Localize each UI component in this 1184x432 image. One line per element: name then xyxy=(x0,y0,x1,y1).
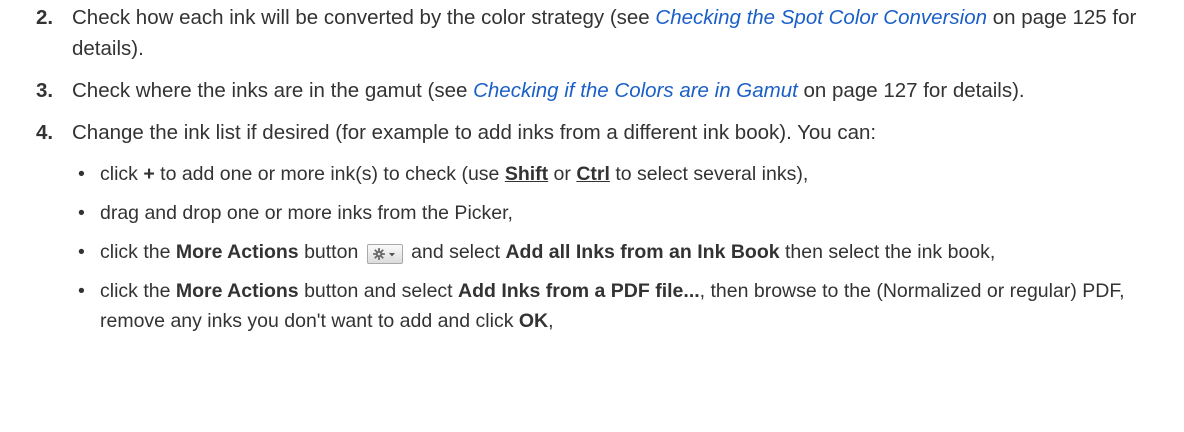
ctrl-key: Ctrl xyxy=(576,163,610,185)
bullet: • xyxy=(78,202,85,224)
document-page: 2. Check how each ink will be converted … xyxy=(0,0,1184,432)
add-pdf-inks-label: Add Inks from a PDF file... xyxy=(458,280,700,302)
step-3: 3. Check where the inks are in the gamut… xyxy=(0,75,1174,106)
more-actions-label: More Actions xyxy=(175,241,299,263)
more-actions-button[interactable] xyxy=(366,244,403,264)
step-number: 4. xyxy=(36,121,54,144)
list-item: • click the More Actions button and sele… xyxy=(72,276,1174,336)
cross-reference-link[interactable]: Checking the Spot Color Conversion xyxy=(655,6,987,29)
step-text: Check how each ink will be converted by … xyxy=(72,6,1137,60)
step-number: 2. xyxy=(36,6,54,29)
step-text: Check where the inks are in the gamut (s… xyxy=(72,79,1025,102)
cross-reference-link[interactable]: Checking if the Colors are in Gamut xyxy=(473,79,798,102)
gear-dropdown-icon xyxy=(372,248,395,260)
step-2: 2. Check how each ink will be converted … xyxy=(0,2,1174,64)
options-list: • click + to add one or more ink(s) to c… xyxy=(72,159,1174,336)
list-item: • drag and drop one or more inks from th… xyxy=(72,198,1174,228)
shift-key: Shift xyxy=(504,163,549,185)
more-actions-label: More Actions xyxy=(175,280,299,302)
bullet: • xyxy=(78,241,85,263)
plus-label: + xyxy=(143,163,155,185)
bullet: • xyxy=(78,163,85,185)
list-item: • click + to add one or more ink(s) to c… xyxy=(72,159,1174,189)
step-text: Change the ink list if desired (for exam… xyxy=(72,121,877,144)
bullet: • xyxy=(78,280,85,302)
add-all-inks-label: Add all Inks from an Ink Book xyxy=(505,241,780,263)
step-number: 3. xyxy=(36,79,54,102)
list-item: • click the More Actions button and sele… xyxy=(72,237,1174,267)
ok-label: OK xyxy=(518,310,549,332)
step-4: 4. Change the ink list if desired (for e… xyxy=(0,117,1174,336)
